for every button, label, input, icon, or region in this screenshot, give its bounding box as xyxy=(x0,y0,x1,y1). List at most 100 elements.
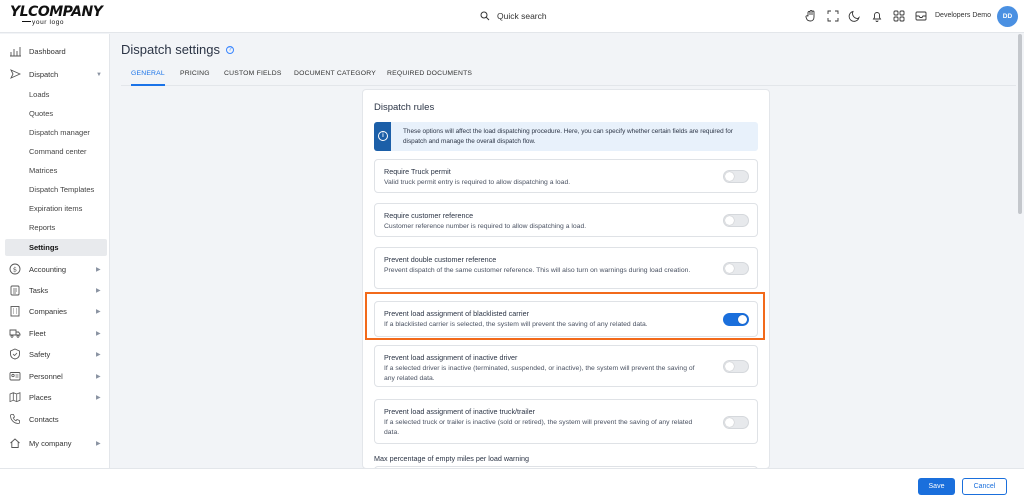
sidebar-item-dashboard[interactable]: Dashboard xyxy=(5,43,107,60)
rule-require-customer-reference: Require customer reference Customer refe… xyxy=(374,203,758,237)
chevron-right-icon: ▶ xyxy=(96,267,101,273)
send-icon xyxy=(9,68,22,80)
help-icon[interactable]: ? xyxy=(226,45,234,54)
shield-icon xyxy=(9,348,21,360)
tab-pricing[interactable]: PRICING xyxy=(180,68,210,86)
tab-required-documents[interactable]: REQUIRED DOCUMENTS xyxy=(387,68,472,86)
page-title-text: Dispatch settings xyxy=(121,42,220,57)
truck-icon xyxy=(9,327,21,339)
chevron-right-icon: ▶ xyxy=(96,395,101,401)
sidebar-item-dispatch-manager[interactable]: Dispatch manager xyxy=(5,124,107,141)
chevron-right-icon: ▶ xyxy=(96,374,101,380)
settings-tabs: GENERAL PRICING CUSTOM FIELDS DOCUMENT C… xyxy=(121,68,1016,86)
sidebar-item-command-center[interactable]: Command center xyxy=(5,143,107,160)
rule-title: Prevent load assignment of inactive driv… xyxy=(384,353,518,362)
sidebar-item-safety[interactable]: Safety ▶ xyxy=(5,346,107,363)
sidebar-item-companies[interactable]: Companies ▶ xyxy=(5,303,107,320)
sidebar-item-label: Fleet xyxy=(29,329,46,338)
page-scrollbar[interactable] xyxy=(1018,34,1022,468)
chevron-down-icon: ▼ xyxy=(96,71,102,78)
rule-description: Customer reference number is required to… xyxy=(384,223,587,230)
sidebar-item-label: My company xyxy=(29,439,72,448)
sidebar-item-contacts[interactable]: Contacts xyxy=(5,411,107,428)
top-bar: YLCOMPANY your logo Quick search Develop… xyxy=(0,0,1024,33)
sidebar-item-label: Dashboard xyxy=(29,47,66,56)
grid-apps-icon[interactable] xyxy=(892,9,906,23)
sidebar-item-label: Dispatch Templates xyxy=(29,185,95,194)
sidebar-item-dispatch[interactable]: Dispatch ▼ xyxy=(5,66,107,83)
bell-icon[interactable] xyxy=(870,9,884,23)
page-title: Dispatch settings ? xyxy=(121,42,234,57)
rule-description: If a selected driver is inactive (termin… xyxy=(384,365,695,382)
rule-title: Require customer reference xyxy=(384,211,474,220)
rule-description: If a selected truck or trailer is inacti… xyxy=(384,419,693,436)
tab-custom-fields[interactable]: CUSTOM FIELDS xyxy=(224,68,282,86)
avatar[interactable]: DD xyxy=(997,6,1018,27)
rule-title: Require Truck permit xyxy=(384,167,451,176)
toggle-prevent-inactive-driver[interactable] xyxy=(723,360,749,373)
clipboard-icon xyxy=(9,284,21,296)
footer-bar: Save Cancel xyxy=(0,468,1024,501)
sidebar-item-quotes[interactable]: Quotes xyxy=(5,105,107,122)
rule-require-truck-permit: Require Truck permit Valid truck permit … xyxy=(374,159,758,193)
sidebar-item-matrices[interactable]: Matrices xyxy=(5,162,107,179)
company-logo[interactable]: YLCOMPANY your logo xyxy=(10,4,103,29)
scrollbar-thumb[interactable] xyxy=(1018,34,1022,214)
sidebar-item-label: Command center xyxy=(29,147,87,156)
quick-search[interactable]: Quick search xyxy=(480,9,547,23)
sidebar: Dashboard Dispatch ▼ Loads Quotes Dispat… xyxy=(0,34,110,468)
sidebar-item-my-company[interactable]: My company ▶ xyxy=(5,435,107,452)
toggle-knob xyxy=(725,264,734,273)
sidebar-item-label: Reports xyxy=(29,223,56,232)
logo-underline xyxy=(22,21,31,23)
toggle-require-truck-permit[interactable] xyxy=(723,170,749,183)
tab-document-category[interactable]: DOCUMENT CATEGORY xyxy=(294,68,376,86)
cancel-button[interactable]: Cancel xyxy=(962,478,1007,495)
logo-text: YLCOMPANY xyxy=(10,4,103,20)
sidebar-item-label: Accounting xyxy=(29,265,67,274)
sidebar-item-label: Dispatch xyxy=(29,70,59,79)
sidebar-item-loads[interactable]: Loads xyxy=(5,86,107,103)
sidebar-item-label: Companies xyxy=(29,307,67,316)
sidebar-item-personnel[interactable]: Personnel ▶ xyxy=(5,368,107,385)
fullscreen-icon[interactable] xyxy=(826,9,840,23)
chevron-right-icon: ▶ xyxy=(96,288,101,294)
sidebar-item-label: Safety xyxy=(29,350,51,359)
sidebar-item-tasks[interactable]: Tasks ▶ xyxy=(5,282,107,299)
save-button[interactable]: Save xyxy=(918,478,955,495)
hand-icon[interactable] xyxy=(804,9,818,23)
rule-title: Prevent double customer reference xyxy=(384,255,497,264)
map-icon xyxy=(9,391,21,403)
header-icons xyxy=(804,9,928,23)
sidebar-item-reports[interactable]: Reports xyxy=(5,219,107,236)
sidebar-item-fleet[interactable]: Fleet ▶ xyxy=(5,325,107,342)
user-name[interactable]: Developers Demo xyxy=(935,12,991,19)
toggle-prevent-double-customer-reference[interactable] xyxy=(723,262,749,275)
sidebar-item-label: Matrices xyxy=(29,166,58,175)
sidebar-item-label: Loads xyxy=(29,90,50,99)
tab-general[interactable]: GENERAL xyxy=(131,68,165,86)
moon-icon[interactable] xyxy=(848,9,862,23)
empty-miles-heading: Max percentage of empty miles per load w… xyxy=(374,454,530,463)
info-banner: i These options will affect the load dis… xyxy=(374,122,758,151)
sidebar-item-accounting[interactable]: $ Accounting ▶ xyxy=(5,261,107,278)
search-icon xyxy=(480,11,490,21)
chevron-right-icon: ▶ xyxy=(96,352,101,358)
dispatch-rules-panel: Dispatch rules i These options will affe… xyxy=(362,89,770,469)
rule-prevent-inactive-truck-trailer: Prevent load assignment of inactive truc… xyxy=(374,399,758,444)
toggle-prevent-inactive-truck-trailer[interactable] xyxy=(723,416,749,429)
id-card-icon xyxy=(9,370,21,382)
info-icon: i xyxy=(378,131,388,141)
sidebar-item-settings[interactable]: Settings xyxy=(5,239,107,256)
inbox-icon[interactable] xyxy=(914,9,928,23)
sidebar-item-places[interactable]: Places ▶ xyxy=(5,389,107,406)
info-text: These options will affect the load dispa… xyxy=(403,128,733,145)
sidebar-item-dispatch-templates[interactable]: Dispatch Templates xyxy=(5,181,107,198)
toggle-knob xyxy=(725,418,734,427)
toggle-require-customer-reference[interactable] xyxy=(723,214,749,227)
search-label: Quick search xyxy=(497,11,547,21)
sidebar-item-expiration-items[interactable]: Expiration items xyxy=(5,200,107,217)
chevron-right-icon: ▶ xyxy=(96,309,101,315)
rule-prevent-inactive-driver: Prevent load assignment of inactive driv… xyxy=(374,345,758,387)
sidebar-item-label: Dispatch manager xyxy=(29,128,90,137)
